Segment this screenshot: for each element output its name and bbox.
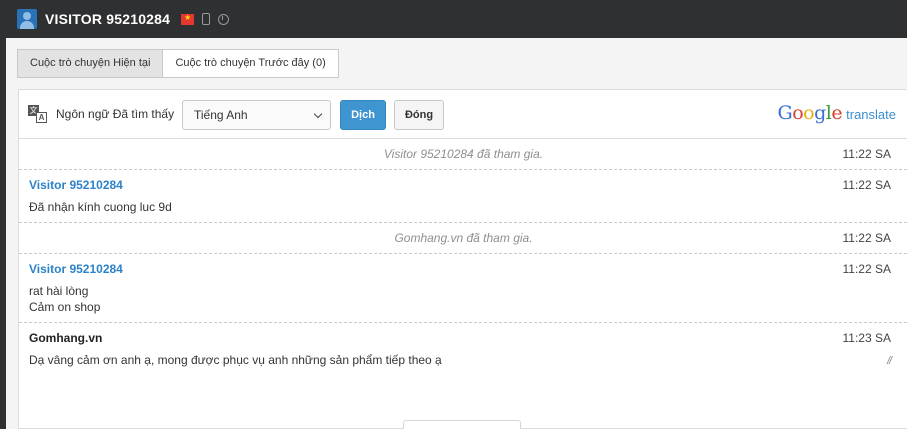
message-author: Visitor 95210284 <box>29 262 123 276</box>
timer-icon <box>218 13 230 25</box>
system-message-text: Visitor 95210284 đã tham gia. <box>383 147 544 161</box>
message-time: 11:22 SA <box>842 231 891 245</box>
chat-header: VISITOR 95210284 <box>0 0 907 38</box>
visitor-title: VISITOR 95210284 <box>45 11 171 27</box>
message-text: Cảm on shop <box>29 300 101 314</box>
system-message-text: Gomhang.vn đã tham gia. <box>394 231 533 245</box>
translate-bar: 文A Ngôn ngữ Đã tìm thấy Tiếng Anh Dịch Đ… <box>19 90 907 139</box>
system-message: Visitor 95210284 đã tham gia. 11:22 SA <box>19 139 907 170</box>
visitor-message: Visitor 95210284 11:22 SA Đã nhận kính c… <box>19 170 907 223</box>
double-check-icon: // <box>887 355 891 367</box>
chevron-down-icon <box>313 109 323 119</box>
language-select-value: Tiếng Anh <box>194 108 248 122</box>
message-author: Visitor 95210284 <box>29 178 123 192</box>
message-text: Dạ vâng cảm ơn anh ạ, mong được phục vụ … <box>29 353 442 367</box>
vietnam-flag-icon <box>181 13 195 25</box>
mobile-device-icon <box>202 13 211 25</box>
message-time: 11:22 SA <box>842 147 891 161</box>
close-translate-button[interactable]: Đóng <box>394 100 444 130</box>
translate-button[interactable]: Dịch <box>340 100 386 130</box>
chat-transcript: 文A Ngôn ngữ Đã tìm thấy Tiếng Anh Dịch Đ… <box>18 89 907 429</box>
agent-message: Gomhang.vn 11:23 SA Dạ vâng cảm ơn anh ạ… <box>19 323 907 375</box>
message-text: Đã nhận kính cuong luc 9d <box>29 200 172 214</box>
language-select[interactable]: Tiếng Anh <box>182 100 331 130</box>
translate-logo-text: translate <box>846 107 896 122</box>
message-text: rat hài lòng <box>29 284 89 298</box>
message-time: 11:22 SA <box>842 262 891 276</box>
google-translate-logo: Google translate <box>777 102 896 124</box>
visitor-message: Visitor 95210284 11:22 SA rat hài lòng C… <box>19 254 907 323</box>
tab-current-chat[interactable]: Cuộc trò chuyện Hiện tại <box>17 49 163 78</box>
tab-previous-chats[interactable]: Cuộc trò chuyện Trước đây (0) <box>162 49 339 78</box>
chat-panel: Cuộc trò chuyện Hiện tại Cuộc trò chuyện… <box>6 38 907 429</box>
system-message: Gomhang.vn đã tham gia. 11:22 SA <box>19 223 907 254</box>
chat-tabs: Cuộc trò chuyện Hiện tại Cuộc trò chuyện… <box>17 49 339 78</box>
message-time: 11:23 SA <box>842 331 891 345</box>
message-author: Gomhang.vn <box>29 331 103 345</box>
message-time: 11:22 SA <box>842 178 891 192</box>
scroll-down-button[interactable] <box>403 420 521 429</box>
translate-icon: 文A <box>28 105 47 123</box>
user-avatar-icon <box>17 9 37 29</box>
detected-language-label: Ngôn ngữ Đã tìm thấy <box>56 107 175 121</box>
